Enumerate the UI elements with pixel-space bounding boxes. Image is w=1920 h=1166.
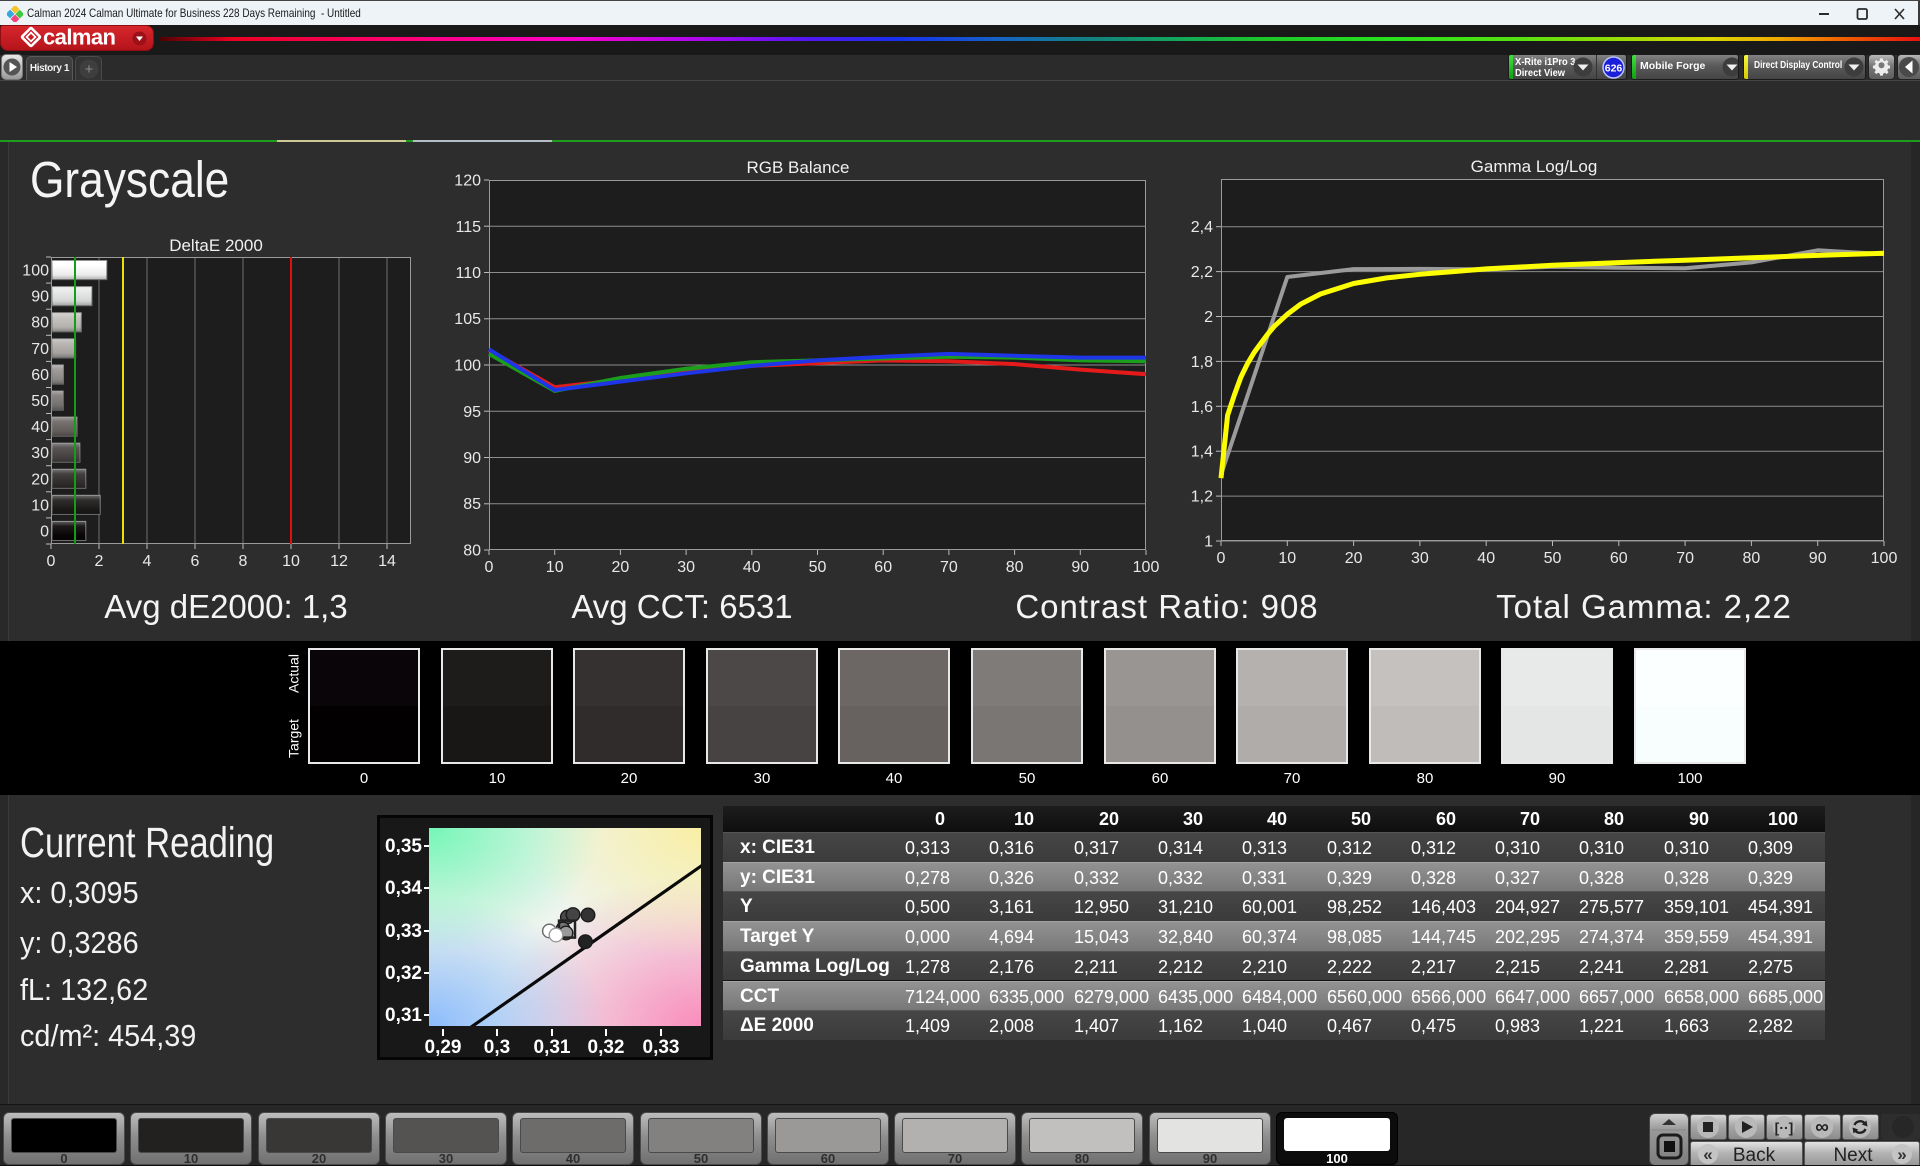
svg-text:RGB Balance: RGB Balance	[747, 158, 850, 177]
svg-text:0,3: 0,3	[484, 1037, 510, 1057]
svg-text:90: 90	[31, 289, 49, 306]
svg-text:0,32: 0,32	[385, 963, 422, 984]
svg-text:20: 20	[1345, 550, 1363, 567]
svg-text:4: 4	[143, 553, 152, 570]
svg-text:100: 100	[454, 358, 481, 375]
svg-text:0,33: 0,33	[385, 921, 422, 942]
svg-text:100: 100	[22, 263, 49, 280]
svg-text:»: »	[1897, 1145, 1906, 1164]
svg-text:90: 90	[1809, 550, 1827, 567]
svg-text:0,35: 0,35	[385, 836, 422, 857]
svg-text:115: 115	[455, 219, 481, 236]
svg-text:Gamma Log/Log: Gamma Log/Log	[1471, 157, 1598, 176]
svg-text:90: 90	[463, 450, 481, 467]
svg-text:Next: Next	[1833, 1145, 1873, 1166]
svg-text:70: 70	[940, 559, 958, 576]
svg-text:100: 100	[1871, 550, 1898, 567]
svg-text:0: 0	[1217, 550, 1226, 567]
svg-text:10: 10	[31, 497, 49, 514]
svg-text:0,31: 0,31	[534, 1037, 571, 1057]
svg-text:60: 60	[874, 559, 892, 576]
svg-text:1: 1	[1204, 534, 1213, 551]
svg-text:1,4: 1,4	[1191, 444, 1213, 461]
svg-text:10: 10	[282, 553, 300, 570]
svg-text:0: 0	[40, 524, 49, 541]
svg-text:80: 80	[31, 315, 49, 332]
svg-text:60: 60	[1610, 550, 1628, 567]
svg-text:50: 50	[1544, 550, 1562, 567]
svg-text:«: «	[1703, 1145, 1712, 1164]
svg-text:2,2: 2,2	[1191, 264, 1213, 281]
svg-text:80: 80	[1006, 559, 1024, 576]
svg-text:14: 14	[378, 553, 396, 570]
svg-text:10: 10	[1278, 550, 1296, 567]
svg-text:70: 70	[1676, 550, 1694, 567]
svg-text:60: 60	[31, 367, 49, 384]
svg-text:30: 30	[31, 445, 49, 462]
svg-text:95: 95	[463, 404, 481, 421]
svg-text:80: 80	[1743, 550, 1761, 567]
svg-text:0,31: 0,31	[385, 1005, 422, 1026]
svg-text:DeltaE 2000: DeltaE 2000	[169, 236, 263, 255]
svg-text:6: 6	[191, 553, 200, 570]
svg-text:0: 0	[485, 559, 494, 576]
svg-text:100: 100	[1133, 559, 1160, 576]
svg-text:85: 85	[463, 496, 481, 513]
svg-text:120: 120	[454, 173, 481, 190]
svg-text:∞: ∞	[1815, 1117, 1829, 1138]
svg-text:40: 40	[31, 419, 49, 436]
svg-text:40: 40	[743, 559, 761, 576]
svg-text:40: 40	[1477, 550, 1495, 567]
svg-text:2: 2	[1204, 309, 1213, 326]
svg-text:110: 110	[455, 265, 481, 282]
svg-text:Back: Back	[1733, 1145, 1776, 1166]
svg-text:12: 12	[330, 553, 348, 570]
svg-text:0,29: 0,29	[425, 1037, 462, 1057]
svg-text:0: 0	[47, 553, 56, 570]
svg-text:0,32: 0,32	[588, 1037, 625, 1057]
svg-text:30: 30	[1411, 550, 1429, 567]
svg-text:90: 90	[1071, 559, 1089, 576]
svg-text:8: 8	[239, 553, 248, 570]
svg-text:2,4: 2,4	[1191, 219, 1213, 236]
svg-text:80: 80	[463, 543, 481, 560]
svg-text:50: 50	[31, 393, 49, 410]
svg-text:1,8: 1,8	[1191, 354, 1213, 371]
svg-text:105: 105	[454, 311, 481, 328]
svg-text:20: 20	[31, 471, 49, 488]
svg-text:1,6: 1,6	[1191, 399, 1213, 416]
svg-text:[··]: [··]	[1775, 1120, 1794, 1136]
svg-text:70: 70	[31, 341, 49, 358]
svg-text:50: 50	[809, 559, 827, 576]
svg-text:0,34: 0,34	[385, 878, 422, 899]
svg-text:30: 30	[677, 559, 695, 576]
svg-text:2: 2	[95, 553, 104, 570]
svg-text:1,2: 1,2	[1191, 489, 1213, 506]
svg-text:0,33: 0,33	[643, 1037, 680, 1057]
svg-text:20: 20	[612, 559, 630, 576]
svg-text:10: 10	[546, 559, 564, 576]
